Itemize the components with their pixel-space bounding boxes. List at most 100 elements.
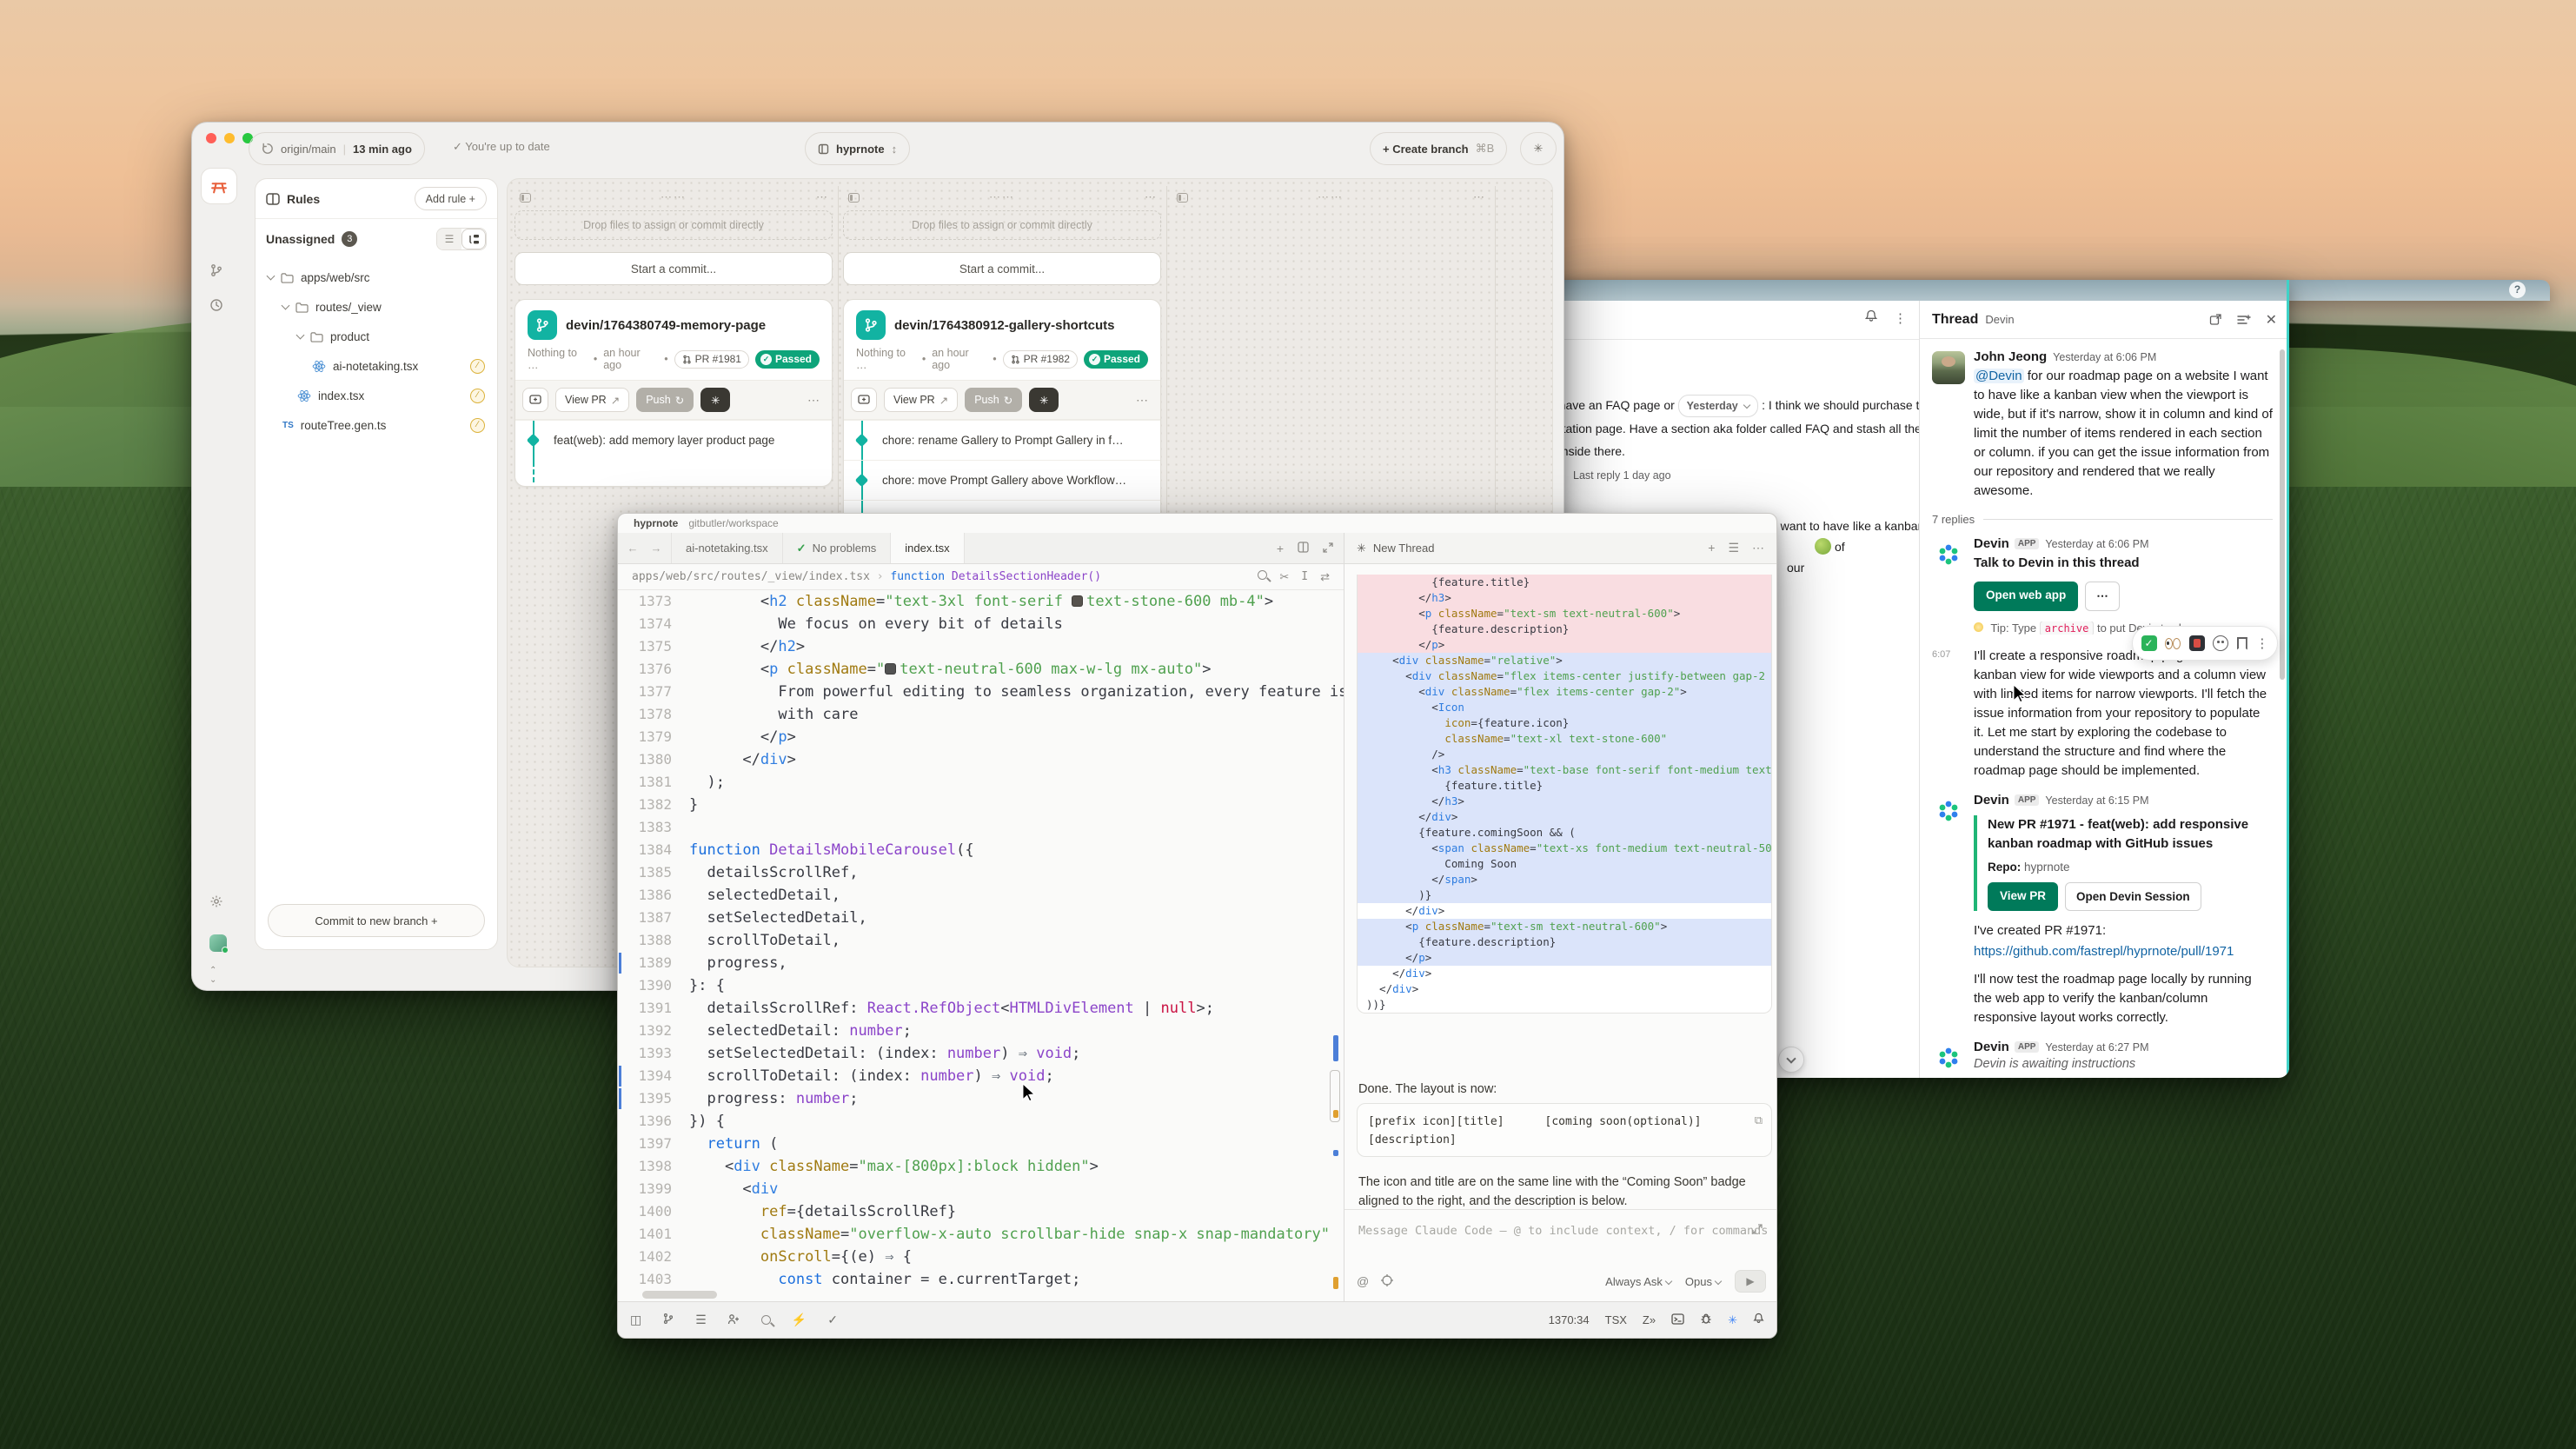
branch-name[interactable]: devin/1764380749-memory-page [566, 318, 766, 333]
drag-handle-icon[interactable]: ⋯⋯ [1188, 190, 1473, 204]
tree-folder-item[interactable]: apps/web/src [261, 263, 492, 292]
search-icon[interactable] [761, 1315, 771, 1325]
zed-mode[interactable]: Z» [1643, 1313, 1656, 1326]
start-commit-button[interactable]: Start a commit... [843, 252, 1161, 285]
open-devin-session-button[interactable]: Open Devin Session [2065, 882, 2201, 911]
remote-sync-button[interactable]: origin/main | 13 min ago [249, 132, 425, 165]
code-editor[interactable]: 1373 <h2 className="text-3xl font-serif … [618, 590, 1344, 1289]
ai-actions-button[interactable]: ✳ [1520, 132, 1557, 165]
help-button[interactable]: ? [2509, 282, 2526, 298]
assistant-input[interactable]: Message Claude Code — @ to include conte… [1344, 1209, 1776, 1301]
tree-view-icon[interactable] [461, 229, 486, 249]
horizontal-scrollbar[interactable] [642, 1291, 717, 1299]
diagnostics-indicator[interactable]: ✓No problems [783, 533, 892, 563]
check-reaction-icon[interactable]: ✓ [2141, 635, 2157, 651]
ai-sparkle-button[interactable]: ✳ [1029, 388, 1059, 412]
view-pr-button[interactable]: View PR ↗ [884, 388, 958, 412]
tree-file-item[interactable]: TSrouteTree.gen.ts∕ [261, 410, 492, 440]
chevron-down-icon[interactable] [296, 331, 305, 340]
kebab-icon[interactable]: ⋯ [1136, 393, 1153, 408]
create-branch-button[interactable]: + Create branch ⌘B [1370, 132, 1507, 165]
chevron-down-icon[interactable] [267, 272, 276, 281]
language-mode[interactable]: TSX [1605, 1313, 1627, 1326]
pr-badge[interactable]: PR #1981 [674, 350, 749, 369]
cursor-icon[interactable]: I [1301, 570, 1308, 584]
back-icon[interactable]: ← [627, 542, 639, 555]
panel-toggle-icon[interactable]: ◫ [630, 1313, 641, 1327]
git-branch-icon[interactable] [662, 1313, 674, 1327]
user-avatar[interactable] [209, 934, 227, 955]
drop-zone[interactable]: Drop files to assign or commit directly [843, 210, 1161, 240]
kebab-menu-icon[interactable]: ⋮ [1894, 310, 1907, 326]
model-dropdown[interactable]: Opus [1685, 1275, 1721, 1288]
bell-icon[interactable] [1753, 1313, 1764, 1327]
diagnostics-check-icon[interactable]: ✓ [827, 1313, 838, 1327]
author-name[interactable]: John Jeong [1974, 349, 2047, 364]
new-tab-icon[interactable]: + [1277, 542, 1284, 555]
close-icon[interactable]: ✕ [2266, 311, 2277, 329]
snippet-icon[interactable]: ✂ [1279, 570, 1289, 584]
permission-mode-dropdown[interactable]: Always Ask [1605, 1275, 1671, 1288]
kebab-icon[interactable]: ⋯ [1473, 190, 1484, 204]
mention-icon[interactable]: @ [1357, 1274, 1369, 1288]
chevron-down-icon[interactable] [282, 302, 290, 310]
commit-row[interactable]: chore: move Prompt Gallery above Workflo… [844, 460, 1160, 500]
branch-selector[interactable]: hyprnote ↕ [805, 132, 910, 165]
ci-passed-badge[interactable]: ✓Passed [1084, 350, 1148, 369]
lane-collapse-icon[interactable] [520, 193, 531, 203]
drag-handle-icon[interactable]: ⋯⋯ [860, 190, 1145, 204]
thread-list-icon[interactable]: ☰ [1728, 541, 1739, 555]
mention-chip[interactable]: @Devin [1974, 369, 2024, 383]
tree-file-item[interactable]: index.tsx∕ [261, 381, 492, 410]
window-controls[interactable] [206, 133, 253, 143]
branch-name[interactable]: devin/1764380912-gallery-shortcuts [894, 318, 1114, 333]
scrollbar-marks[interactable] [1328, 590, 1340, 1289]
assign-icon[interactable] [851, 388, 877, 412]
tree-folder-item[interactable]: routes/_view [261, 292, 492, 322]
editor-titlebar[interactable]: hyprnote gitbutler/workspace [618, 514, 1776, 533]
push-button[interactable]: Push ↻ [636, 388, 694, 412]
commit-row[interactable]: feat(web): add memory layer product page [515, 420, 832, 460]
forward-icon[interactable]: → [651, 542, 662, 555]
kebab-icon[interactable]: ⋯ [807, 393, 825, 408]
drag-handle-icon[interactable]: ⋯⋯ [531, 190, 816, 204]
add-rule-button[interactable]: Add rule + [415, 187, 487, 210]
ai-sparkle-button[interactable]: ✳ [700, 388, 730, 412]
cursor-position[interactable]: 1370:34 [1549, 1313, 1590, 1326]
scroll-to-latest-button[interactable] [1778, 1047, 1804, 1073]
lane-collapse-icon[interactable] [848, 193, 860, 203]
shuffle-icon[interactable]: ⇄ [1320, 570, 1330, 584]
actions-icon[interactable]: ⚡ [792, 1313, 807, 1327]
start-commit-button[interactable]: Start a commit... [515, 252, 833, 285]
new-thread-icon[interactable]: + [1708, 541, 1715, 555]
kebab-icon[interactable]: ⋯ [1752, 541, 1764, 555]
eyes-reaction-icon[interactable] [2165, 635, 2181, 651]
add-reaction-icon[interactable] [2213, 635, 2228, 651]
commit-row[interactable]: chore: rename Gallery to Prompt Gallery … [844, 420, 1160, 460]
lane-collapse-icon[interactable] [1177, 193, 1188, 203]
author-name[interactable]: Devin [1974, 1040, 2009, 1054]
filter-list-icon[interactable] [2237, 314, 2251, 326]
collapse-icon[interactable]: ⌃⌄ [209, 966, 216, 985]
devin-app-avatar[interactable] [1932, 1041, 1965, 1074]
devin-app-avatar[interactable] [1932, 794, 1965, 828]
send-button[interactable]: ▶ [1735, 1270, 1766, 1293]
date-divider-pill[interactable]: Yesterday [1678, 395, 1759, 417]
terminal-icon[interactable] [1671, 1313, 1684, 1327]
open-web-app-button[interactable]: Open web app [1974, 582, 2078, 611]
avatar[interactable] [1932, 351, 1965, 384]
history-icon[interactable] [209, 298, 223, 316]
pr-badge[interactable]: PR #1982 [1003, 350, 1078, 369]
bell-icon[interactable] [1864, 309, 1878, 327]
split-pane-icon[interactable] [1298, 542, 1309, 555]
context-target-icon[interactable] [1381, 1274, 1393, 1289]
expand-input-icon[interactable] [1752, 1224, 1763, 1237]
gitbutler-logo-icon[interactable] [201, 168, 237, 204]
collab-icon[interactable] [727, 1313, 740, 1327]
thread-last-reply[interactable]: Last reply 1 day ago [1573, 466, 1671, 485]
search-icon[interactable] [1258, 570, 1267, 580]
list-view-icon[interactable]: ☰ [437, 229, 461, 249]
devin-emoji-icon[interactable] [2189, 635, 2205, 651]
view-pr-button[interactable]: View PR [1988, 882, 2058, 911]
tab-ai-notetaking[interactable]: ai-notetaking.tsx [672, 533, 783, 563]
